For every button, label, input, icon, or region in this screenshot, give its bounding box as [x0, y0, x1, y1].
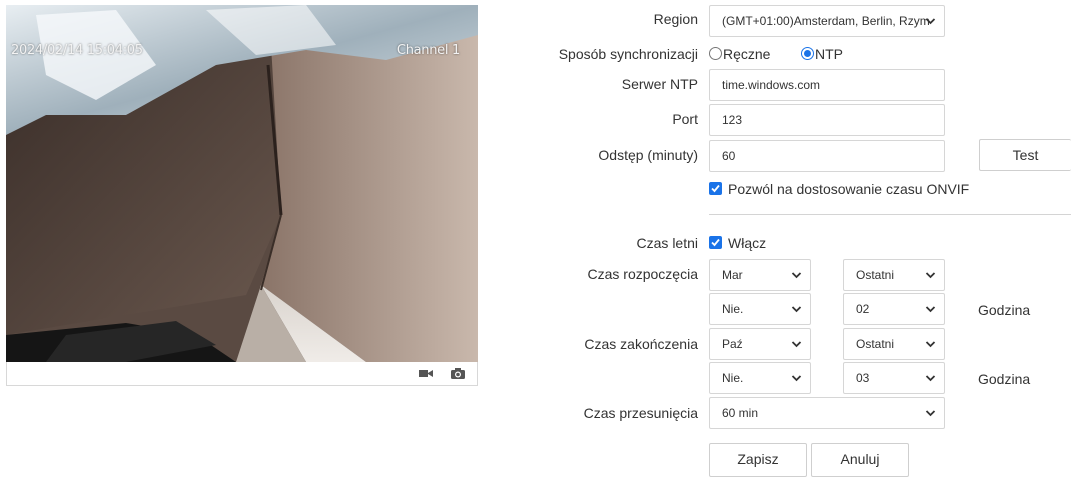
- osd-channel-name: Channel 1: [396, 43, 460, 58]
- region-label: Region: [653, 11, 698, 27]
- video-preview: 2024/02/14 15:04:05 Channel 1: [6, 5, 478, 362]
- chevron-down-icon: [791, 272, 802, 279]
- start-week-value: Ostatni: [856, 268, 895, 282]
- test-button[interactable]: Test: [979, 139, 1071, 171]
- chevron-down-icon: [791, 306, 802, 313]
- chevron-down-icon: [925, 306, 936, 313]
- end-time-label: Czas zakończenia: [584, 336, 698, 352]
- end-day-select[interactable]: Nie.: [709, 362, 811, 394]
- ntp-server-label: Serwer NTP: [621, 76, 698, 92]
- dst-label: Czas letni: [636, 235, 698, 251]
- end-month-select[interactable]: Paź: [709, 328, 811, 360]
- radio-ntp[interactable]: [801, 47, 814, 60]
- region-value: (GMT+01:00)Amsterdam, Berlin, Rzym: [722, 14, 930, 28]
- start-month-select[interactable]: Mar: [709, 259, 811, 291]
- offset-select[interactable]: 60 min: [709, 397, 945, 429]
- start-day-value: Nie.: [722, 302, 744, 316]
- onvif-checkbox[interactable]: [709, 182, 722, 195]
- start-week-select[interactable]: Ostatni: [843, 259, 945, 291]
- end-day-value: Nie.: [722, 371, 744, 385]
- onvif-checkbox-label[interactable]: Pozwól na dostosowanie czasu ONVIF: [728, 180, 969, 198]
- end-hour-value: 03: [856, 371, 870, 385]
- camera-image: [6, 5, 478, 362]
- chevron-down-icon: [925, 375, 936, 382]
- chevron-down-icon: [925, 410, 936, 417]
- start-time-label: Czas rozpoczęcia: [587, 266, 699, 282]
- dst-enable-checkbox[interactable]: [709, 236, 722, 249]
- interval-label: Odstęp (minuty): [598, 147, 698, 163]
- video-toolbar: [6, 362, 478, 386]
- dst-enable-label[interactable]: Włącz: [728, 234, 766, 252]
- offset-label: Czas przesunięcia: [583, 405, 698, 421]
- start-hour-value: 02: [856, 302, 870, 316]
- start-hour-unit: Godzina: [978, 302, 1031, 318]
- region-select[interactable]: (GMT+01:00)Amsterdam, Berlin, Rzym: [709, 5, 945, 37]
- port-input[interactable]: 123: [709, 104, 945, 136]
- start-month-value: Mar: [722, 268, 743, 282]
- chevron-down-icon: [925, 341, 936, 348]
- port-label: Port: [672, 111, 698, 127]
- offset-value: 60 min: [722, 406, 759, 420]
- ntp-server-input[interactable]: time.windows.com: [709, 69, 945, 101]
- video-camera-icon[interactable]: [418, 367, 434, 380]
- end-hour-unit: Godzina: [978, 371, 1031, 387]
- end-month-value: Paź: [722, 337, 743, 351]
- start-day-select[interactable]: Nie.: [709, 293, 811, 325]
- end-week-select[interactable]: Ostatni: [843, 328, 945, 360]
- radio-manual[interactable]: [709, 47, 722, 60]
- checkmark-icon: [711, 184, 720, 193]
- section-divider: [709, 214, 1071, 215]
- camera-icon[interactable]: [450, 367, 466, 380]
- sync-method-label: Sposób synchronizacji: [558, 46, 698, 62]
- chevron-down-icon: [925, 272, 936, 279]
- radio-manual-label[interactable]: Ręczne: [723, 44, 770, 64]
- checkmark-icon: [711, 238, 720, 247]
- chevron-down-icon: [925, 18, 936, 25]
- osd-timestamp: 2024/02/14 15:04:05: [11, 43, 143, 58]
- chevron-down-icon: [791, 375, 802, 382]
- chevron-down-icon: [791, 341, 802, 348]
- end-hour-select[interactable]: 03: [843, 362, 945, 394]
- radio-ntp-label[interactable]: NTP: [815, 44, 843, 64]
- start-hour-select[interactable]: 02: [843, 293, 945, 325]
- interval-input[interactable]: 60: [709, 140, 945, 172]
- end-week-value: Ostatni: [856, 337, 895, 351]
